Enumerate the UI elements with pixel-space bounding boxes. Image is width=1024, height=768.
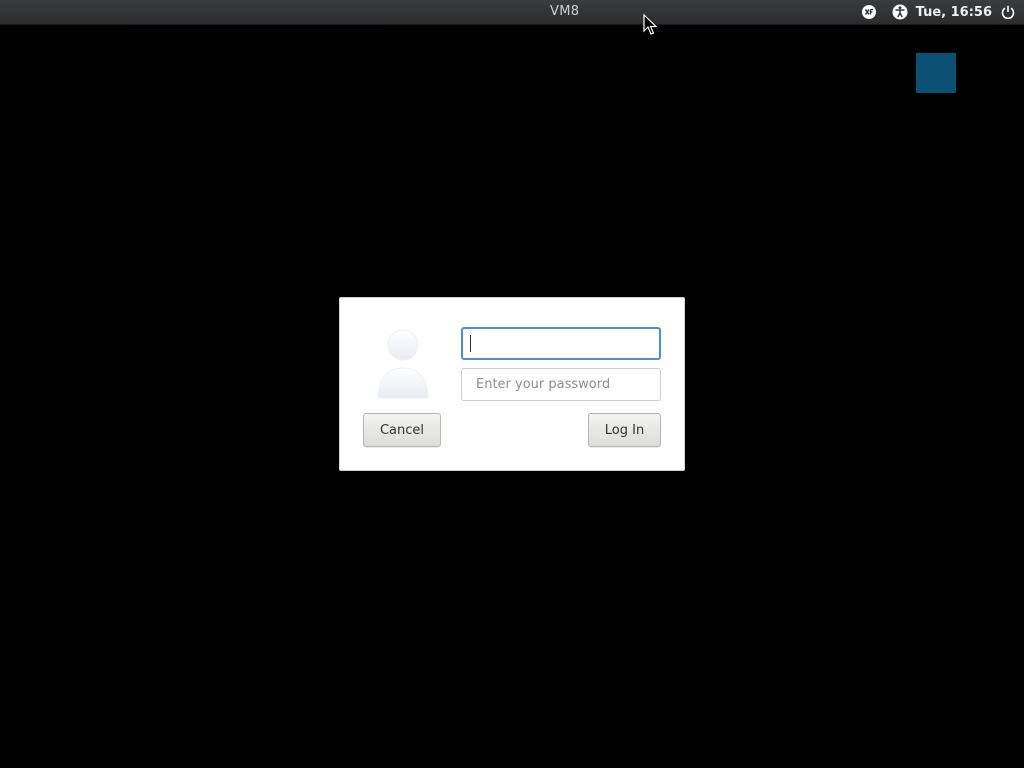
top-bar: VM8 Tue, 16:56 bbox=[0, 0, 1024, 25]
cancel-button[interactable]: Cancel bbox=[363, 413, 441, 447]
avatar-icon bbox=[377, 329, 429, 399]
host-name: VM8 bbox=[550, 4, 580, 19]
username-field[interactable] bbox=[461, 327, 661, 360]
log-in-button[interactable]: Log In bbox=[588, 413, 661, 447]
keyboard-layout-icon[interactable] bbox=[861, 4, 877, 20]
accessibility-icon[interactable] bbox=[892, 4, 908, 20]
login-dialog: Cancel Log In bbox=[339, 297, 685, 471]
text-caret bbox=[470, 335, 471, 352]
password-field[interactable] bbox=[461, 368, 661, 401]
clock[interactable]: Tue, 16:56 bbox=[916, 5, 992, 20]
status-area[interactable]: Tue, 16:56 bbox=[861, 0, 1016, 24]
blue-square bbox=[916, 53, 956, 93]
login-screen: VM8 Tue, 16:56 Cancel Log In bbox=[0, 0, 1024, 768]
power-icon[interactable] bbox=[1000, 4, 1016, 20]
mouse-pointer-icon bbox=[643, 14, 657, 35]
